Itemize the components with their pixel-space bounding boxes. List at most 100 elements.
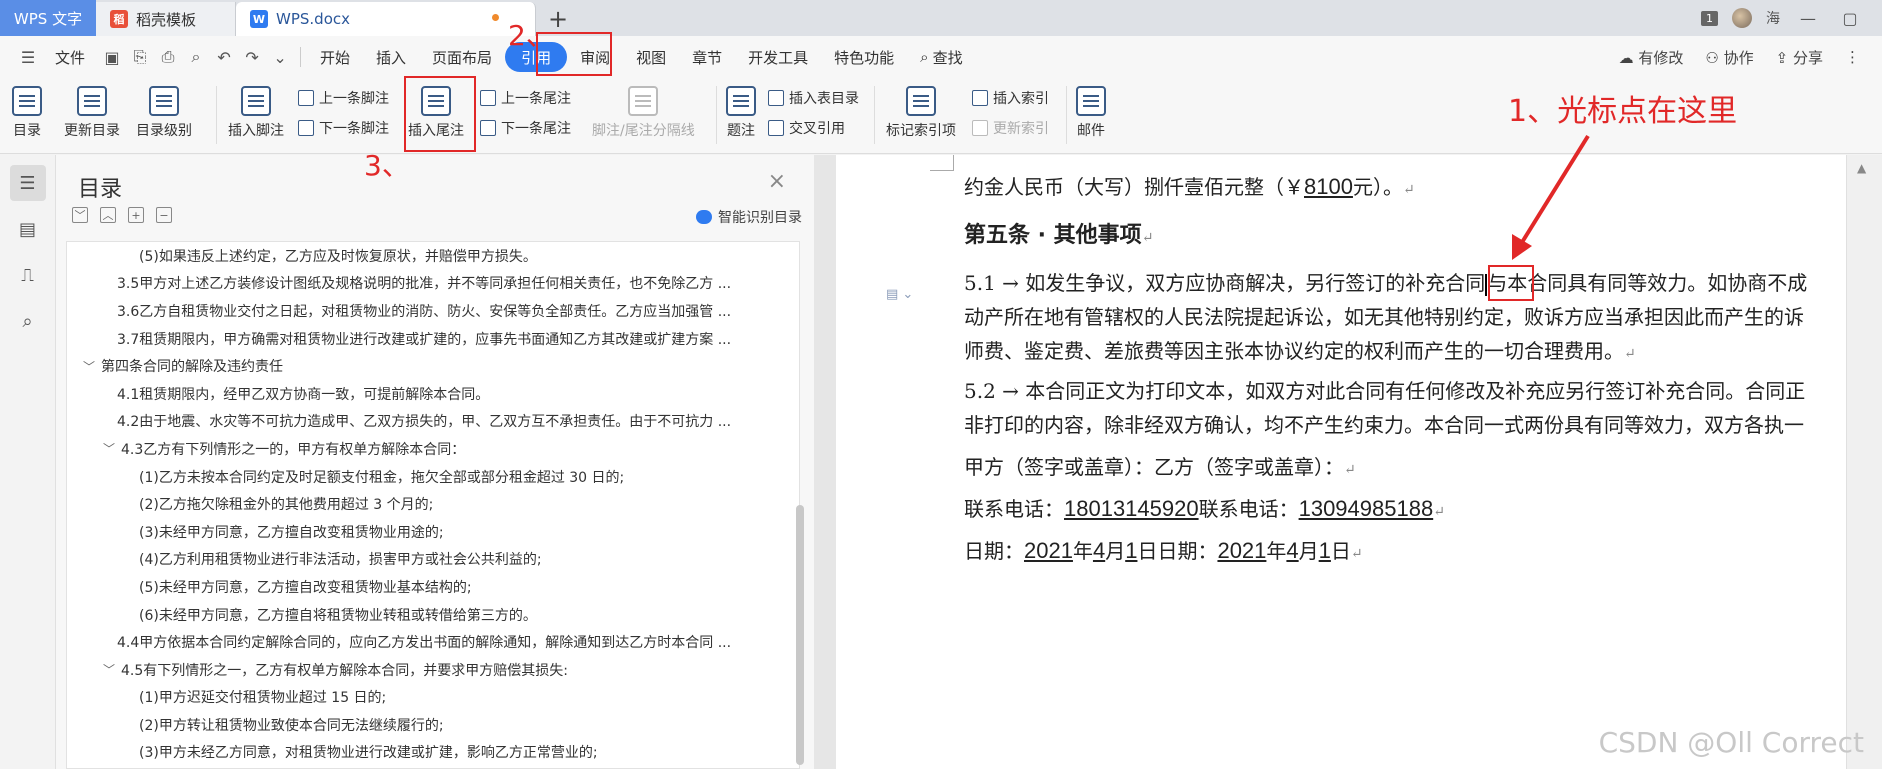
bookmark-icon[interactable]: ⎍ [10, 257, 46, 293]
collaborate-label: 协作 [1723, 48, 1754, 67]
cursor-highlight-box [1488, 265, 1534, 301]
modified-button[interactable]: ☁ 有修改 [1619, 47, 1684, 68]
mark-index-button[interactable]: 标记索引项 [886, 86, 956, 140]
find-icon[interactable]: ⌕ [10, 303, 46, 339]
more-menu-icon[interactable]: ⋮ [1845, 48, 1860, 66]
expand-toggle-icon[interactable]: ﹀ [81, 358, 97, 375]
toc-level-button[interactable]: 目录级别 [136, 86, 192, 140]
toc-item-label: (3)未经甲方同意，乙方擅自改变租赁物业用途的; [139, 524, 444, 541]
tab-home[interactable]: 开始 [307, 42, 363, 72]
close-icon[interactable]: × [768, 169, 786, 194]
tab-insert[interactable]: 插入 [363, 42, 419, 72]
tab-daoke-template[interactable]: 稻 稻壳模板 [96, 2, 236, 36]
annotation-box-insert-endnote [404, 76, 476, 152]
paragraph-handle-icon[interactable]: ▤ ⌄ [886, 287, 913, 302]
update-toc-label: 更新目录 [64, 123, 120, 139]
file-menu[interactable]: 文件 [42, 42, 98, 72]
expand-toggle-icon[interactable]: ﹀ [101, 440, 117, 457]
doc-text: 日 [1330, 539, 1351, 563]
toc-item[interactable]: (3)未经甲方同意，乙方擅自改变租赁物业用途的; [67, 518, 799, 546]
save-icon[interactable]: ▣ [98, 43, 126, 71]
expand-toggle-icon[interactable]: ﹀ [101, 661, 117, 678]
maximize-icon[interactable]: ▢ [1836, 9, 1864, 28]
prev-endnote-button[interactable]: 上一条尾注 [480, 88, 571, 108]
doc-text: 月 [1298, 539, 1319, 563]
tab-page-layout[interactable]: 页面布局 [419, 42, 505, 72]
penalty-amount: 8100 [1304, 174, 1353, 199]
insert-index-button[interactable]: 插入索引 [972, 88, 1049, 108]
insert-table-toc-button[interactable]: 插入表目录 [768, 88, 859, 108]
toc-item[interactable]: (1)乙方未按本合同约定及时足额支付租金，拖欠全部或部分租金超过 30 日的; [67, 463, 799, 491]
toc-item[interactable]: ﹀ 第四条合同的解除及违约责任 [67, 352, 799, 380]
next-footnote-button[interactable]: 下一条脚注 [298, 118, 389, 138]
print-icon[interactable]: ⎙ [154, 43, 182, 71]
hamburger-icon[interactable]: ☰ [14, 43, 42, 71]
toc-item[interactable]: 3.6乙方自租赁物业交付之日起，对租赁物业的消防、防火、安保等负全部责任。乙方应… [67, 297, 799, 325]
cross-ref-button[interactable]: 交叉引用 [768, 118, 845, 138]
app-menu-button[interactable]: WPS 文字 [0, 0, 96, 36]
toc-item-label: 4.5有下列情形之一，乙方有权单方解除本合同，并要求甲方赔偿其损失: [121, 662, 568, 679]
share-button[interactable]: ⇪ 分享 [1776, 47, 1823, 68]
next-endnote-button[interactable]: 下一条尾注 [480, 118, 571, 138]
panel-divider[interactable] [814, 155, 836, 769]
redo-icon[interactable]: ↷ [238, 43, 266, 71]
toc-item[interactable]: (4)乙方利用租赁物业进行非法活动，损害甲方或社会公共利益的; [67, 546, 799, 574]
doc-text: 元）。 [1352, 175, 1403, 199]
document-page[interactable]: ▤ ⌄ 约金人民币（大写）捌仟壹佰元整（￥8100元）。↵ 第五条 · 其他事项… [836, 155, 1846, 769]
collapse-all-icon[interactable]: ﹀ [72, 207, 88, 223]
toc-item[interactable]: (6)未经甲方同意，乙方擅自将租赁物业转租或转借给第三方的。 [67, 601, 799, 629]
chapter-nav-icon[interactable]: ▤ [10, 211, 46, 247]
toc-item[interactable]: 4.4甲方依据本合同约定解除合同的，应向乙方发出书面的解除通知，解除通知到达乙方… [67, 628, 799, 656]
doc-text: 年 [1266, 539, 1287, 563]
toc-nav-icon[interactable]: ☰ [9, 165, 46, 201]
scroll-up-icon[interactable]: ▲ [1857, 161, 1866, 175]
window-count-badge[interactable]: 1 [1701, 10, 1718, 26]
share-label: 分享 [1792, 48, 1823, 67]
tab-view[interactable]: 视图 [623, 42, 679, 72]
print-preview-icon[interactable]: ⌕ [182, 43, 210, 71]
expand-up-icon[interactable]: ︿ [100, 207, 116, 223]
prev-footnote-button[interactable]: 上一条脚注 [298, 88, 389, 108]
add-level-icon[interactable]: + [128, 207, 144, 223]
toc-item[interactable]: (2)乙方拖欠除租金外的其他费用超过 3 个月的; [67, 490, 799, 518]
left-rail: ☰ ▤ ⎍ ⌕ [0, 155, 56, 769]
undo-icon[interactable]: ↶ [210, 43, 238, 71]
collaborate-button[interactable]: ⚇ 协作 [1705, 47, 1753, 68]
toc-item[interactable]: (3)甲方未经乙方同意，对租赁物业进行改建或扩建，影响乙方正常营业的; [67, 739, 799, 767]
update-index-button[interactable]: 更新索引 [972, 118, 1049, 138]
note-separator-button[interactable]: 脚注/尾注分隔线 [592, 86, 695, 140]
toc-item[interactable]: (5)如果违反上述约定，乙方应及时恢复原状，并赔偿甲方损失。 [67, 242, 799, 270]
mail-button[interactable]: 邮件 [1076, 86, 1106, 140]
minimize-icon[interactable]: — [1794, 9, 1822, 28]
toc-item[interactable]: (5)未经甲方同意，乙方擅自改变租赁物业基本结构的; [67, 573, 799, 601]
toc-item[interactable]: (2)甲方转让租赁物业致使本合同无法继续履行的; [67, 711, 799, 739]
tab-section[interactable]: 章节 [679, 42, 735, 72]
toc-item[interactable]: 3.7租赁期限内，甲方确需对租赁物业进行改建或扩建的，应事先书面通知乙方其改建或… [67, 325, 799, 353]
tab-developer[interactable]: 开发工具 [735, 42, 821, 72]
more-icon[interactable]: ⌄ [266, 43, 294, 71]
tab-wps-docx[interactable]: W WPS.docx [236, 2, 536, 36]
search-button[interactable]: ⌕ 查找 [907, 42, 975, 72]
remove-level-icon[interactable]: − [156, 207, 172, 223]
toc-item[interactable]: (1)甲方迟延交付租赁物业超过 15 日的; [67, 684, 799, 712]
toc-item[interactable]: 4.1租赁期限内，经甲乙双方协商一致，可提前解除本合同。 [67, 380, 799, 408]
toc-item[interactable]: 3.5甲方对上述乙方装修设计图纸及规格说明的批准，并不等同承担任何相关责任，也不… [67, 270, 799, 298]
tab-special[interactable]: 特色功能 [821, 42, 907, 72]
prev-endnote-icon [480, 90, 496, 106]
toc-item-label: (2)甲方转让租赁物业致使本合同无法继续履行的; [139, 717, 444, 734]
insert-footnote-button[interactable]: 插入脚注 [228, 86, 284, 140]
update-toc-button[interactable]: 更新目录 [64, 86, 120, 140]
avatar[interactable] [1732, 8, 1752, 28]
toc-button[interactable]: 目录 [12, 86, 42, 140]
toc-item[interactable]: ﹀ 4.3乙方有下列情形之一的，甲方有权单方解除本合同： [67, 435, 799, 463]
toc-item[interactable]: 4.2由于地震、水灾等不可抗力造成甲、乙双方损失的，甲、乙双方互不承担责任。由于… [67, 408, 799, 436]
paragraph-mark: ↵ [1402, 182, 1415, 198]
toc-item[interactable]: ﹀ 4.5有下列情形之一，乙方有权单方解除本合同，并要求甲方赔偿其损失: [67, 656, 799, 684]
caption-button[interactable]: 题注 [726, 86, 756, 140]
smart-toc-button[interactable]: 智能识别目录 [696, 207, 802, 227]
document-scrollbar[interactable]: ▲ [1846, 155, 1882, 769]
user-name[interactable]: 海 [1766, 8, 1780, 28]
export-icon[interactable]: ⎘ [126, 43, 154, 71]
prev-footnote-label: 上一条脚注 [319, 91, 389, 107]
toc-scrollbar[interactable] [796, 505, 804, 765]
